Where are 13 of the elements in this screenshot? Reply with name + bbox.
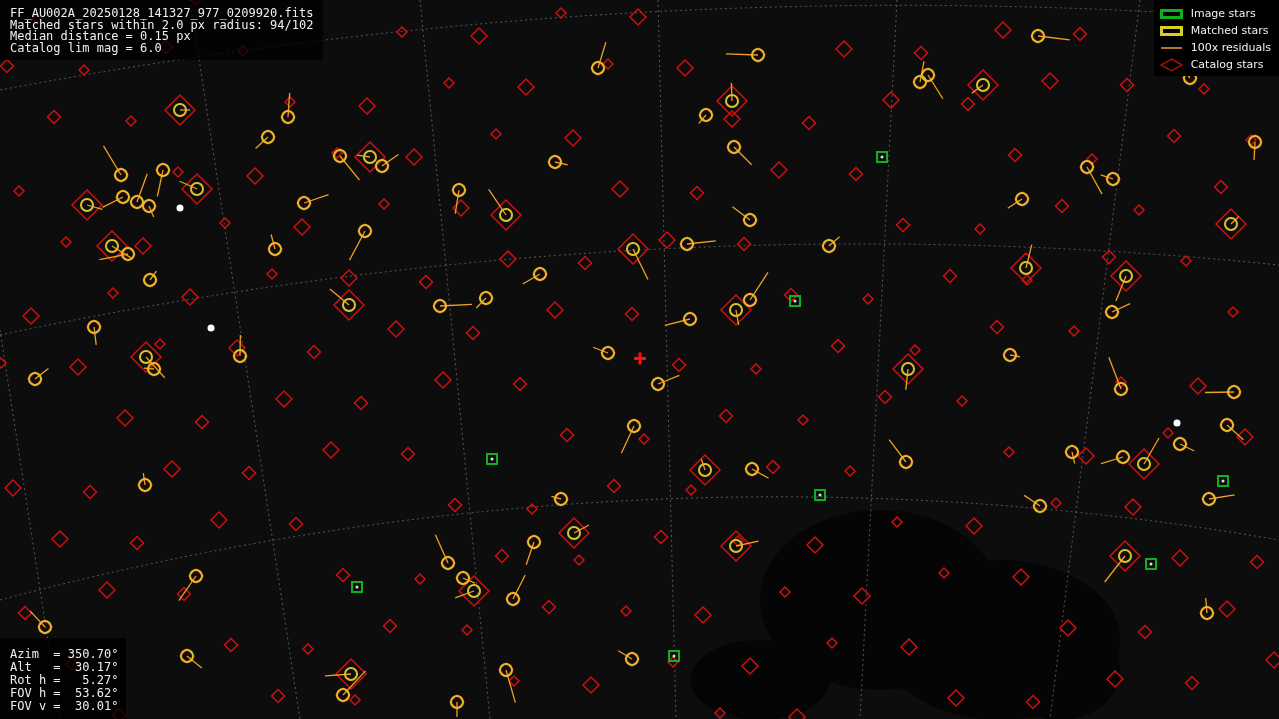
pointing-text: Alt = 30.17°: [10, 661, 119, 674]
pointing-text: FOV v = 30.01°: [10, 700, 119, 713]
info-text: FF_AU002A_20250128_141327_977_0209920.fits: [10, 8, 314, 20]
pointing-text: Azim = 350.70°: [10, 648, 119, 661]
legend-label: Matched stars: [1190, 24, 1269, 37]
pointing-text: Rot h = 5.27°: [10, 674, 119, 687]
info-text: Matched stars within 2.0 px radius: 94/102: [10, 19, 314, 31]
pointing-text: FOV h = 53.62°: [10, 687, 119, 700]
info-text: Median distance = 0.15 px: [10, 31, 191, 43]
legend-label: Image stars: [1190, 7, 1256, 20]
info-text: Catalog lim mag = 6.0: [10, 42, 163, 54]
legend-label: 100x residuals: [1190, 41, 1271, 54]
legend-label: Catalog stars: [1190, 58, 1264, 71]
